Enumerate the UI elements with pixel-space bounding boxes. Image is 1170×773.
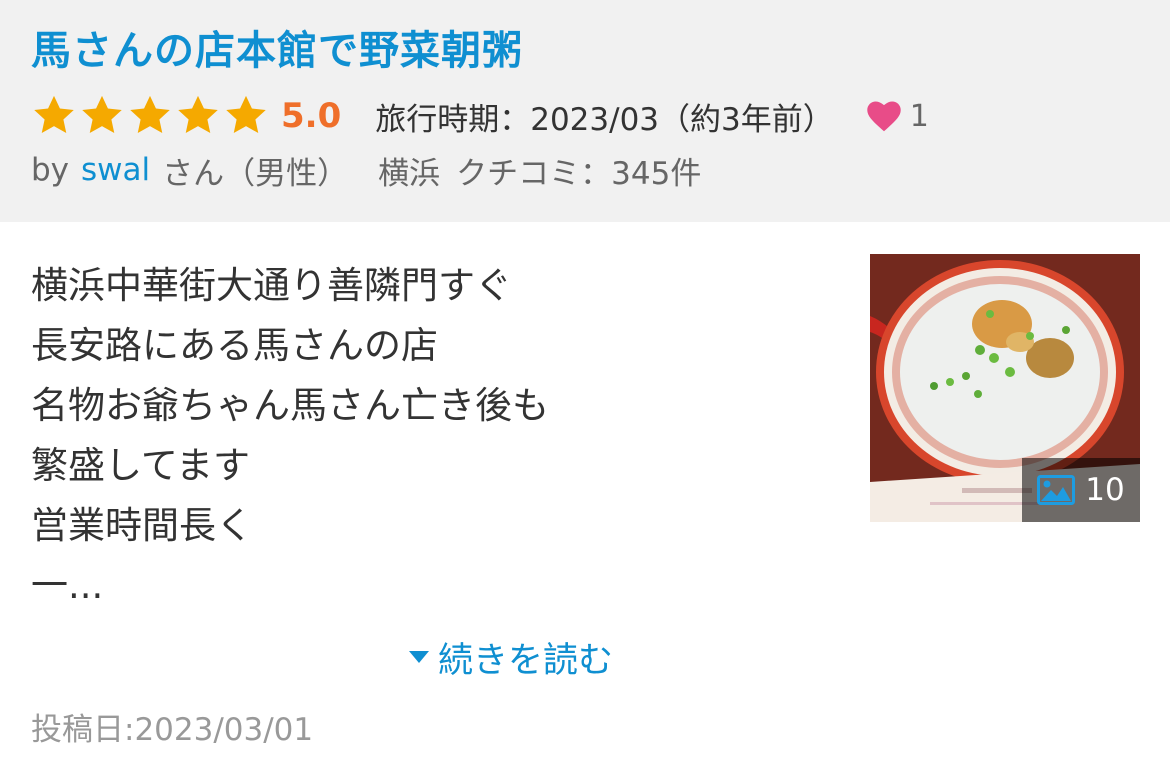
read-more-label: 続きを読む [438, 640, 614, 681]
author-row: by swal さん（男性） 横浜 クチコミ：345件 [31, 148, 701, 192]
read-more-link[interactable]: 続きを読む [408, 634, 614, 681]
review-header: 馬さんの店本館で野菜朝粥 5.0 旅行時期： 2023/03（約3年前） 1 b… [0, 0, 1170, 222]
triangle-down-icon [409, 651, 429, 663]
photo-count: 10 [1085, 472, 1125, 508]
review-body-line: 一... [31, 564, 104, 607]
star-icon [82, 95, 122, 134]
author-location: 横浜 [378, 155, 441, 192]
review-photo-thumbnail[interactable]: 10 [870, 254, 1140, 522]
star-rating [31, 93, 269, 139]
rating-row: 5.0 旅行時期： 2023/03（約3年前） 1 [31, 92, 929, 140]
review-body-line: 名物お爺ちゃん馬さん亡き後も [31, 384, 549, 427]
posted-date: 投稿日:2023/03/01 [31, 711, 314, 748]
travel-period-value: 2023/03（約3年前） [530, 101, 834, 138]
author-gender: さん（男性） [162, 155, 349, 192]
image-icon [1037, 475, 1076, 505]
star-icon [34, 95, 74, 134]
review-body-line: 繁盛してます [31, 444, 251, 487]
star-icon [178, 95, 218, 134]
review-body-line: 横浜中華街大通り善隣門すぐ [31, 264, 512, 307]
star-icon [130, 95, 170, 134]
travel-period-label: 旅行時期： [375, 101, 531, 138]
review-body-line: 営業時間長く [31, 504, 253, 547]
author-name-link[interactable]: swal [81, 152, 150, 188]
star-icon [226, 95, 266, 134]
like-button[interactable]: 1 [866, 99, 929, 134]
by-label: by [31, 152, 70, 188]
heart-icon [867, 101, 901, 132]
rating-score: 5.0 [281, 96, 342, 136]
review-body-line: 長安路にある馬さんの店 [31, 324, 438, 367]
review-title[interactable]: 馬さんの店本館で野菜朝粥 [31, 18, 523, 76]
photo-count-badge: 10 [1022, 458, 1140, 522]
review-body: 横浜中華街大通り善隣門すぐ 長安路にある馬さんの店 名物お爺ちゃん馬さん亡き後も… [31, 256, 831, 616]
author-review-count: クチコミ：345件 [456, 155, 702, 192]
like-count: 1 [909, 98, 929, 134]
